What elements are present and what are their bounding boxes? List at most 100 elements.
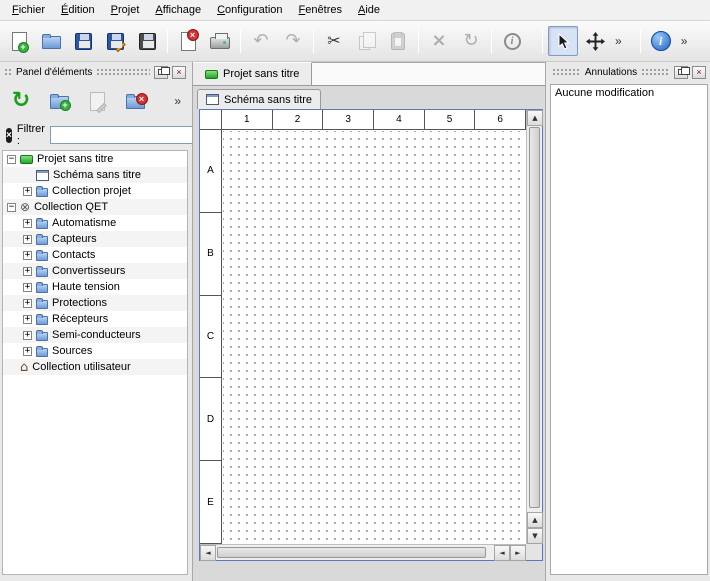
tab-projet-sans-titre[interactable]: Projet sans titre	[193, 62, 312, 85]
panel-overflow-chevron[interactable]: »	[171, 94, 184, 108]
tree-item-schema[interactable]: Schéma sans titre	[3, 167, 187, 183]
toolbar-separator	[491, 29, 492, 53]
tree-item-collection-projet[interactable]: + Collection projet	[3, 183, 187, 199]
print-button[interactable]	[205, 26, 235, 56]
tree-item-convertisseurs[interactable]: + Convertisseurs	[3, 263, 187, 279]
arrow-down-icon: ▼	[532, 532, 537, 540]
tree-item-collection-qet[interactable]: − ⊗ Collection QET	[3, 199, 187, 215]
menu-projet[interactable]: Projet	[103, 1, 148, 19]
close-icon: ×	[176, 68, 181, 77]
delete-category-button[interactable]: ×	[120, 86, 150, 116]
collapse-icon[interactable]: −	[7, 203, 16, 212]
project-tab-label: Projet sans titre	[223, 68, 299, 80]
dock-float-button[interactable]	[674, 66, 688, 79]
printer-icon	[210, 37, 230, 49]
redo-button[interactable]: ↷	[278, 26, 308, 56]
vscroll-thumb[interactable]	[529, 127, 540, 508]
toolbar-overflow-chevron[interactable]: »	[612, 34, 625, 48]
vscroll-down-button[interactable]: ▼	[527, 528, 543, 544]
tree-item-semi-conducteurs[interactable]: + Semi-conducteurs	[3, 327, 187, 343]
dock-handle[interactable]	[641, 68, 670, 76]
expand-icon[interactable]: +	[23, 267, 32, 276]
diagram-view[interactable]: 1 2 3 4 5 6 A B C D E ▲ ▲ ▼ ◄	[199, 109, 543, 561]
save-button[interactable]	[68, 26, 98, 56]
ruler-column-label: 2	[273, 110, 324, 129]
diagram-canvas[interactable]	[223, 131, 526, 544]
menu-fenetres[interactable]: Fenêtres	[291, 1, 350, 19]
save-as-button[interactable]	[100, 26, 130, 56]
tree-item-label: Collection utilisateur	[32, 361, 130, 373]
expand-icon[interactable]: +	[23, 347, 32, 356]
folder-icon	[36, 300, 48, 309]
dock-close-button[interactable]: ×	[692, 66, 706, 79]
expand-icon[interactable]: +	[23, 187, 32, 196]
select-tool-button[interactable]	[548, 26, 578, 56]
menu-fichier[interactable]: Fichier	[4, 1, 53, 19]
expand-icon[interactable]: +	[23, 331, 32, 340]
vscroll-up-button-2[interactable]: ▲	[527, 512, 543, 528]
horizontal-scrollbar[interactable]: ◄ ◄ ►	[200, 544, 526, 560]
tree-item-sources[interactable]: + Sources	[3, 343, 187, 359]
expand-icon[interactable]: +	[23, 315, 32, 324]
new-project-button[interactable]: +	[4, 26, 34, 56]
edit-document-icon	[90, 92, 105, 111]
info-gray-icon: i	[504, 33, 521, 50]
copy-button[interactable]	[351, 26, 381, 56]
expand-icon[interactable]: +	[23, 283, 32, 292]
filter-input[interactable]	[50, 126, 200, 144]
hscroll-left-button[interactable]: ◄	[200, 545, 216, 561]
tree-item-collection-utilisateur[interactable]: ⌂ Collection utilisateur	[3, 359, 187, 375]
reload-collections-button[interactable]: ↻	[6, 86, 36, 116]
folder-icon	[36, 316, 48, 325]
collapse-icon[interactable]: −	[7, 155, 16, 164]
new-category-button[interactable]: +	[44, 86, 74, 116]
hscroll-thumb[interactable]	[217, 547, 486, 558]
open-button[interactable]	[36, 26, 66, 56]
move-tool-button[interactable]	[580, 26, 610, 56]
about-button[interactable]: i	[646, 26, 676, 56]
close-file-button[interactable]: ×	[173, 26, 203, 56]
rotate-button[interactable]: ↻	[456, 26, 486, 56]
dock-handle[interactable]	[4, 68, 12, 76]
tree-item-recepteurs[interactable]: + Récepteurs	[3, 311, 187, 327]
hscroll-left-button-2[interactable]: ◄	[494, 545, 510, 561]
tree-item-label: Schéma sans titre	[53, 169, 141, 181]
dock-handle[interactable]	[96, 68, 150, 76]
tab-schema-sans-titre[interactable]: Schéma sans titre	[197, 89, 321, 109]
schema-tab-label: Schéma sans titre	[224, 94, 312, 106]
edit-category-button[interactable]	[82, 86, 112, 116]
menu-aide[interactable]: Aide	[350, 1, 388, 19]
dock-close-button[interactable]: ×	[172, 66, 186, 79]
tree-item-project[interactable]: − Projet sans titre	[3, 151, 187, 167]
diagram-properties-button[interactable]: i	[497, 26, 527, 56]
expand-icon[interactable]: +	[23, 235, 32, 244]
delete-button[interactable]: ×	[424, 26, 454, 56]
vscroll-up-button[interactable]: ▲	[527, 110, 543, 126]
cut-button[interactable]: ✂	[319, 26, 349, 56]
tree-item-automatisme[interactable]: + Automatisme	[3, 215, 187, 231]
undo-history-list[interactable]: Aucune modification	[550, 84, 708, 575]
menu-edition[interactable]: Édition	[53, 1, 103, 19]
expand-icon[interactable]: +	[23, 251, 32, 260]
tree-item-protections[interactable]: + Protections	[3, 295, 187, 311]
tree-item-capteurs[interactable]: + Capteurs	[3, 231, 187, 247]
paste-button[interactable]	[383, 26, 413, 56]
expand-icon[interactable]: +	[23, 219, 32, 228]
dock-float-button[interactable]	[154, 66, 168, 79]
arrow-up-icon: ▲	[532, 516, 537, 524]
vertical-scrollbar[interactable]: ▲ ▲ ▼	[526, 110, 542, 544]
menu-affichage[interactable]: Affichage	[147, 1, 209, 19]
folder-icon	[36, 348, 48, 357]
menu-configuration[interactable]: Configuration	[209, 1, 290, 19]
hscroll-right-button[interactable]: ►	[510, 545, 526, 561]
clear-filter-button[interactable]: ×	[6, 128, 12, 143]
menu-bar: Fichier Édition Projet Affichage Configu…	[0, 0, 710, 21]
expand-icon[interactable]: +	[23, 299, 32, 308]
undo-button[interactable]: ↶	[246, 26, 276, 56]
tree-item-haute-tension[interactable]: + Haute tension	[3, 279, 187, 295]
toolbar-overflow-chevron-2[interactable]: »	[678, 34, 691, 48]
tree-item-contacts[interactable]: + Contacts	[3, 247, 187, 263]
info-blue-icon: i	[651, 31, 671, 51]
save-all-button[interactable]	[132, 26, 162, 56]
dock-handle[interactable]	[552, 68, 581, 76]
